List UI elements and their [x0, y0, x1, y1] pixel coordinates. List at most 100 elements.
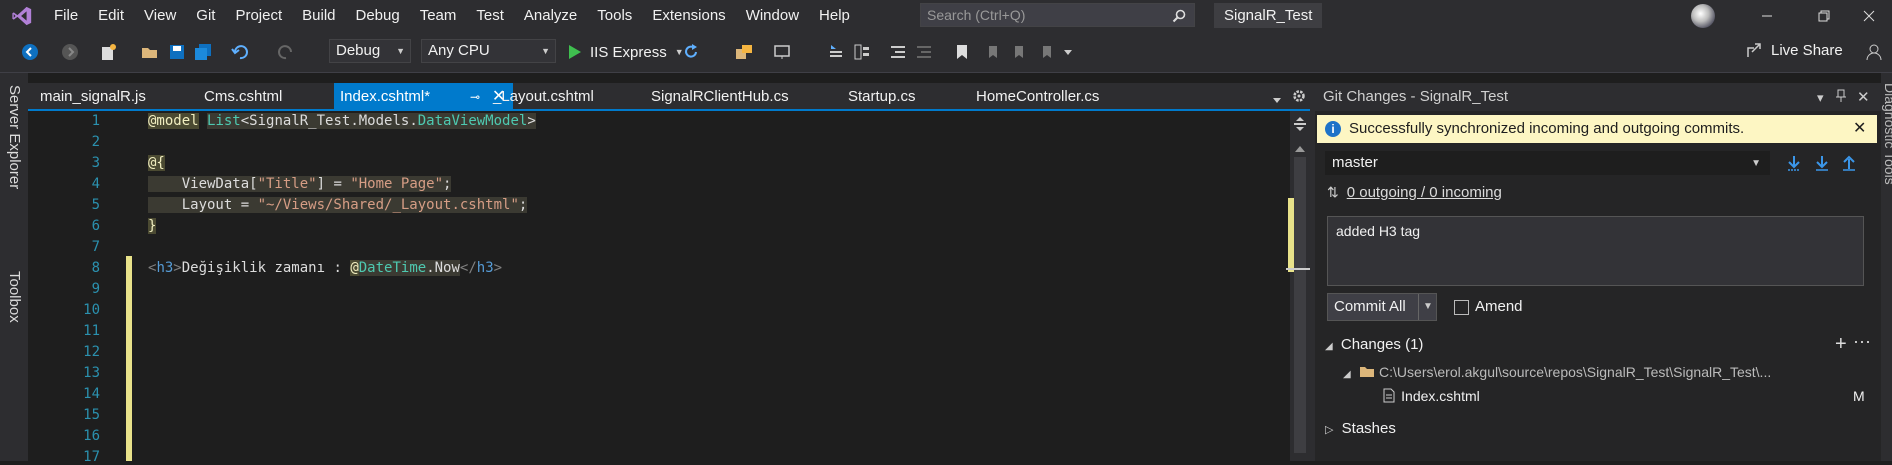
sync-status-link[interactable]: 0 outgoing / 0 incoming: [1347, 184, 1502, 201]
code-token: >: [173, 260, 182, 276]
panel-splitter[interactable]: [1310, 83, 1315, 461]
close-info-icon[interactable]: ✕: [1853, 115, 1866, 143]
line-number: 1: [91, 113, 100, 129]
new-project-icon[interactable]: [98, 42, 118, 62]
panel-dropdown-icon[interactable]: ▾: [1817, 90, 1824, 106]
close-panel-icon[interactable]: ✕: [1857, 88, 1870, 106]
tab-startup-cs[interactable]: Startup.cs: [842, 83, 962, 111]
gear-icon[interactable]: [1292, 89, 1306, 107]
solution-configuration-dropdown[interactable]: Debug ▼: [329, 39, 411, 63]
search-box[interactable]: Search (Ctrl+Q): [920, 3, 1195, 27]
code-token: List: [207, 113, 241, 129]
pull-icon[interactable]: [1815, 155, 1829, 175]
outline-icon[interactable]: [852, 42, 872, 62]
line-number: 10: [83, 302, 100, 318]
avatar[interactable]: [1691, 4, 1715, 28]
menu-help[interactable]: Help: [809, 0, 860, 31]
menu-bar: File Edit View Git Project Build Debug T…: [44, 0, 860, 31]
open-folder-icon[interactable]: [140, 42, 160, 62]
menu-extensions[interactable]: Extensions: [642, 0, 735, 31]
menu-debug[interactable]: Debug: [346, 0, 410, 31]
next-bookmark-icon[interactable]: [1008, 42, 1028, 62]
menu-git[interactable]: Git: [186, 0, 225, 31]
diagnostic-tools-tab[interactable]: Diagnostic Tools: [1882, 83, 1892, 185]
editor-vertical-scrollbar[interactable]: [1286, 111, 1310, 461]
tab-cms-cshtml[interactable]: Cms.cshtml: [198, 83, 328, 111]
server-explorer-tab[interactable]: Server Explorer: [6, 85, 23, 189]
code-line-5: Layout = "~/Views/Shared/_Layout.cshtml"…: [148, 197, 528, 213]
commit-message-input[interactable]: added H3 tag: [1327, 216, 1864, 286]
menu-test[interactable]: Test: [466, 0, 514, 31]
toolbar-overflow-icon[interactable]: [1058, 42, 1078, 62]
stage-all-plus-icon[interactable]: +: [1835, 333, 1847, 356]
menu-team[interactable]: Team: [410, 0, 467, 31]
feedback-person-icon[interactable]: [1864, 42, 1884, 62]
menu-window[interactable]: Window: [736, 0, 809, 31]
changes-section-header[interactable]: ◢ Changes (1) + ···: [1325, 331, 1875, 356]
platform-value: Any CPU: [428, 42, 490, 59]
menu-view[interactable]: View: [134, 0, 186, 31]
toolbox-tab[interactable]: Toolbox: [6, 271, 23, 323]
menu-edit[interactable]: Edit: [88, 0, 134, 31]
bookmark-icon[interactable]: [952, 42, 972, 62]
line-number: 8: [91, 260, 100, 276]
changes-folder-row[interactable]: ◢ C:\Users\erol.akgul\source\repos\Signa…: [1343, 364, 1771, 382]
branch-dropdown[interactable]: master ▼: [1325, 151, 1770, 175]
navigate-back-icon[interactable]: [20, 42, 40, 62]
step-into-icon[interactable]: [826, 42, 846, 62]
code-token: Layout =: [181, 197, 258, 213]
tab-homecontroller-cs[interactable]: HomeController.cs: [970, 83, 1130, 111]
stashes-section-header[interactable]: ▷ Stashes: [1325, 420, 1396, 437]
chevron-down-icon[interactable]: ▼: [1423, 294, 1433, 320]
code-line-6: }: [148, 218, 157, 234]
changed-file-row[interactable]: Index.cshtml M: [1383, 388, 1875, 407]
save-all-icon[interactable]: [193, 42, 213, 62]
refresh-icon[interactable]: [681, 42, 701, 62]
more-options-icon[interactable]: ···: [1853, 331, 1871, 352]
tab-list-dropdown-icon[interactable]: [1272, 92, 1282, 109]
line-number: 12: [83, 344, 100, 360]
menu-build[interactable]: Build: [292, 0, 345, 31]
browse-icon[interactable]: [734, 42, 754, 62]
tab-layout-cshtml[interactable]: _Layout.cshtml: [487, 83, 637, 111]
scroll-up-arrow[interactable]: [1295, 146, 1305, 152]
split-editor-icon[interactable]: [1294, 117, 1306, 135]
screen-icon[interactable]: [772, 42, 792, 62]
minimize-icon[interactable]: [1744, 0, 1790, 31]
code-token: ;: [443, 176, 452, 192]
amend-checkbox[interactable]: Amend: [1454, 296, 1523, 318]
run-button[interactable]: IIS Express ▼: [568, 40, 684, 64]
info-icon: i: [1325, 121, 1341, 137]
solution-platform-dropdown[interactable]: Any CPU ▼: [421, 39, 556, 63]
line-number: 7: [91, 239, 100, 255]
commit-all-button[interactable]: Commit All ▼: [1327, 293, 1437, 321]
restore-icon[interactable]: [1801, 0, 1847, 31]
navigate-forward-icon[interactable]: [60, 42, 80, 62]
code-editor[interactable]: 1 2 3 4 5 6 7 8 9 10 11 12 13 14 15 16 1…: [56, 111, 1290, 465]
pin-icon[interactable]: ⊸: [470, 83, 480, 111]
tab-signalrclienthub-cs[interactable]: SignalRClientHub.cs: [645, 83, 835, 111]
clear-bookmarks-icon[interactable]: [1036, 42, 1056, 62]
menu-tools[interactable]: Tools: [587, 0, 642, 31]
previous-bookmark-icon[interactable]: [982, 42, 1002, 62]
live-share-button[interactable]: Live Share: [1745, 41, 1843, 59]
code-token: SignalR_Test.Models.: [249, 113, 418, 129]
tab-index-label: Index.cshtml*: [340, 88, 431, 105]
close-window-icon[interactable]: [1846, 0, 1892, 31]
document-tab-bar: main_signalR.js Cms.cshtml Index.cshtml*…: [28, 83, 1310, 111]
pin-icon[interactable]: [1835, 89, 1847, 106]
code-token: @: [350, 260, 359, 276]
menu-analyze[interactable]: Analyze: [514, 0, 587, 31]
redo-icon[interactable]: [276, 42, 296, 62]
tab-main-signalr-js[interactable]: main_signalR.js: [34, 83, 199, 111]
menu-project[interactable]: Project: [225, 0, 292, 31]
visual-studio-logo-icon[interactable]: [0, 0, 44, 31]
save-icon[interactable]: [167, 42, 187, 62]
undo-icon[interactable]: [230, 42, 250, 62]
scroll-track[interactable]: [1294, 157, 1306, 453]
comment-lines-icon[interactable]: [888, 42, 908, 62]
fetch-icon[interactable]: [1787, 155, 1801, 175]
uncomment-lines-icon[interactable]: [914, 42, 934, 62]
menu-file[interactable]: File: [44, 0, 88, 31]
push-icon[interactable]: [1842, 155, 1856, 175]
